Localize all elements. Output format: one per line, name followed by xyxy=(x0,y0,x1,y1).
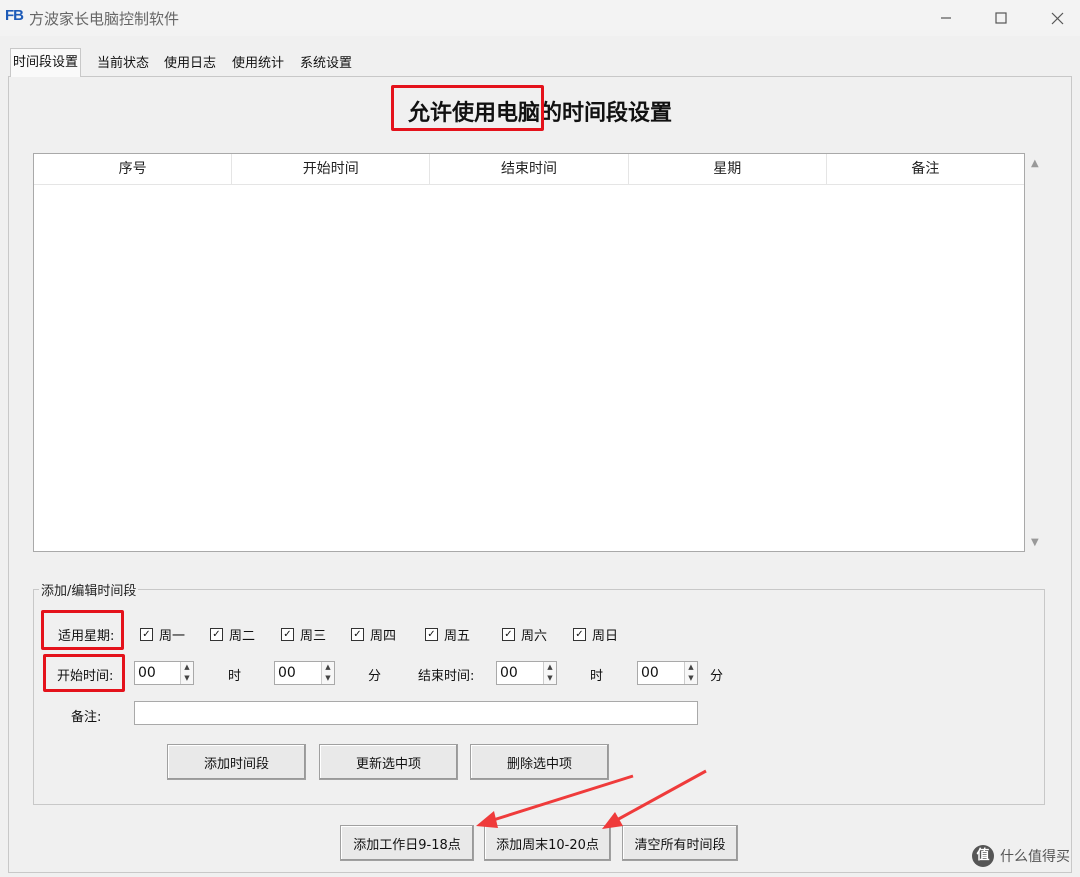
watermark: 值 什么值得买 xyxy=(972,845,1070,867)
tab-time-settings[interactable]: 时间段设置 xyxy=(10,48,82,77)
watermark-logo-icon: 值 xyxy=(972,845,994,867)
watermark-text: 什么值得买 xyxy=(1000,849,1070,865)
annotation-arrows xyxy=(476,769,707,829)
